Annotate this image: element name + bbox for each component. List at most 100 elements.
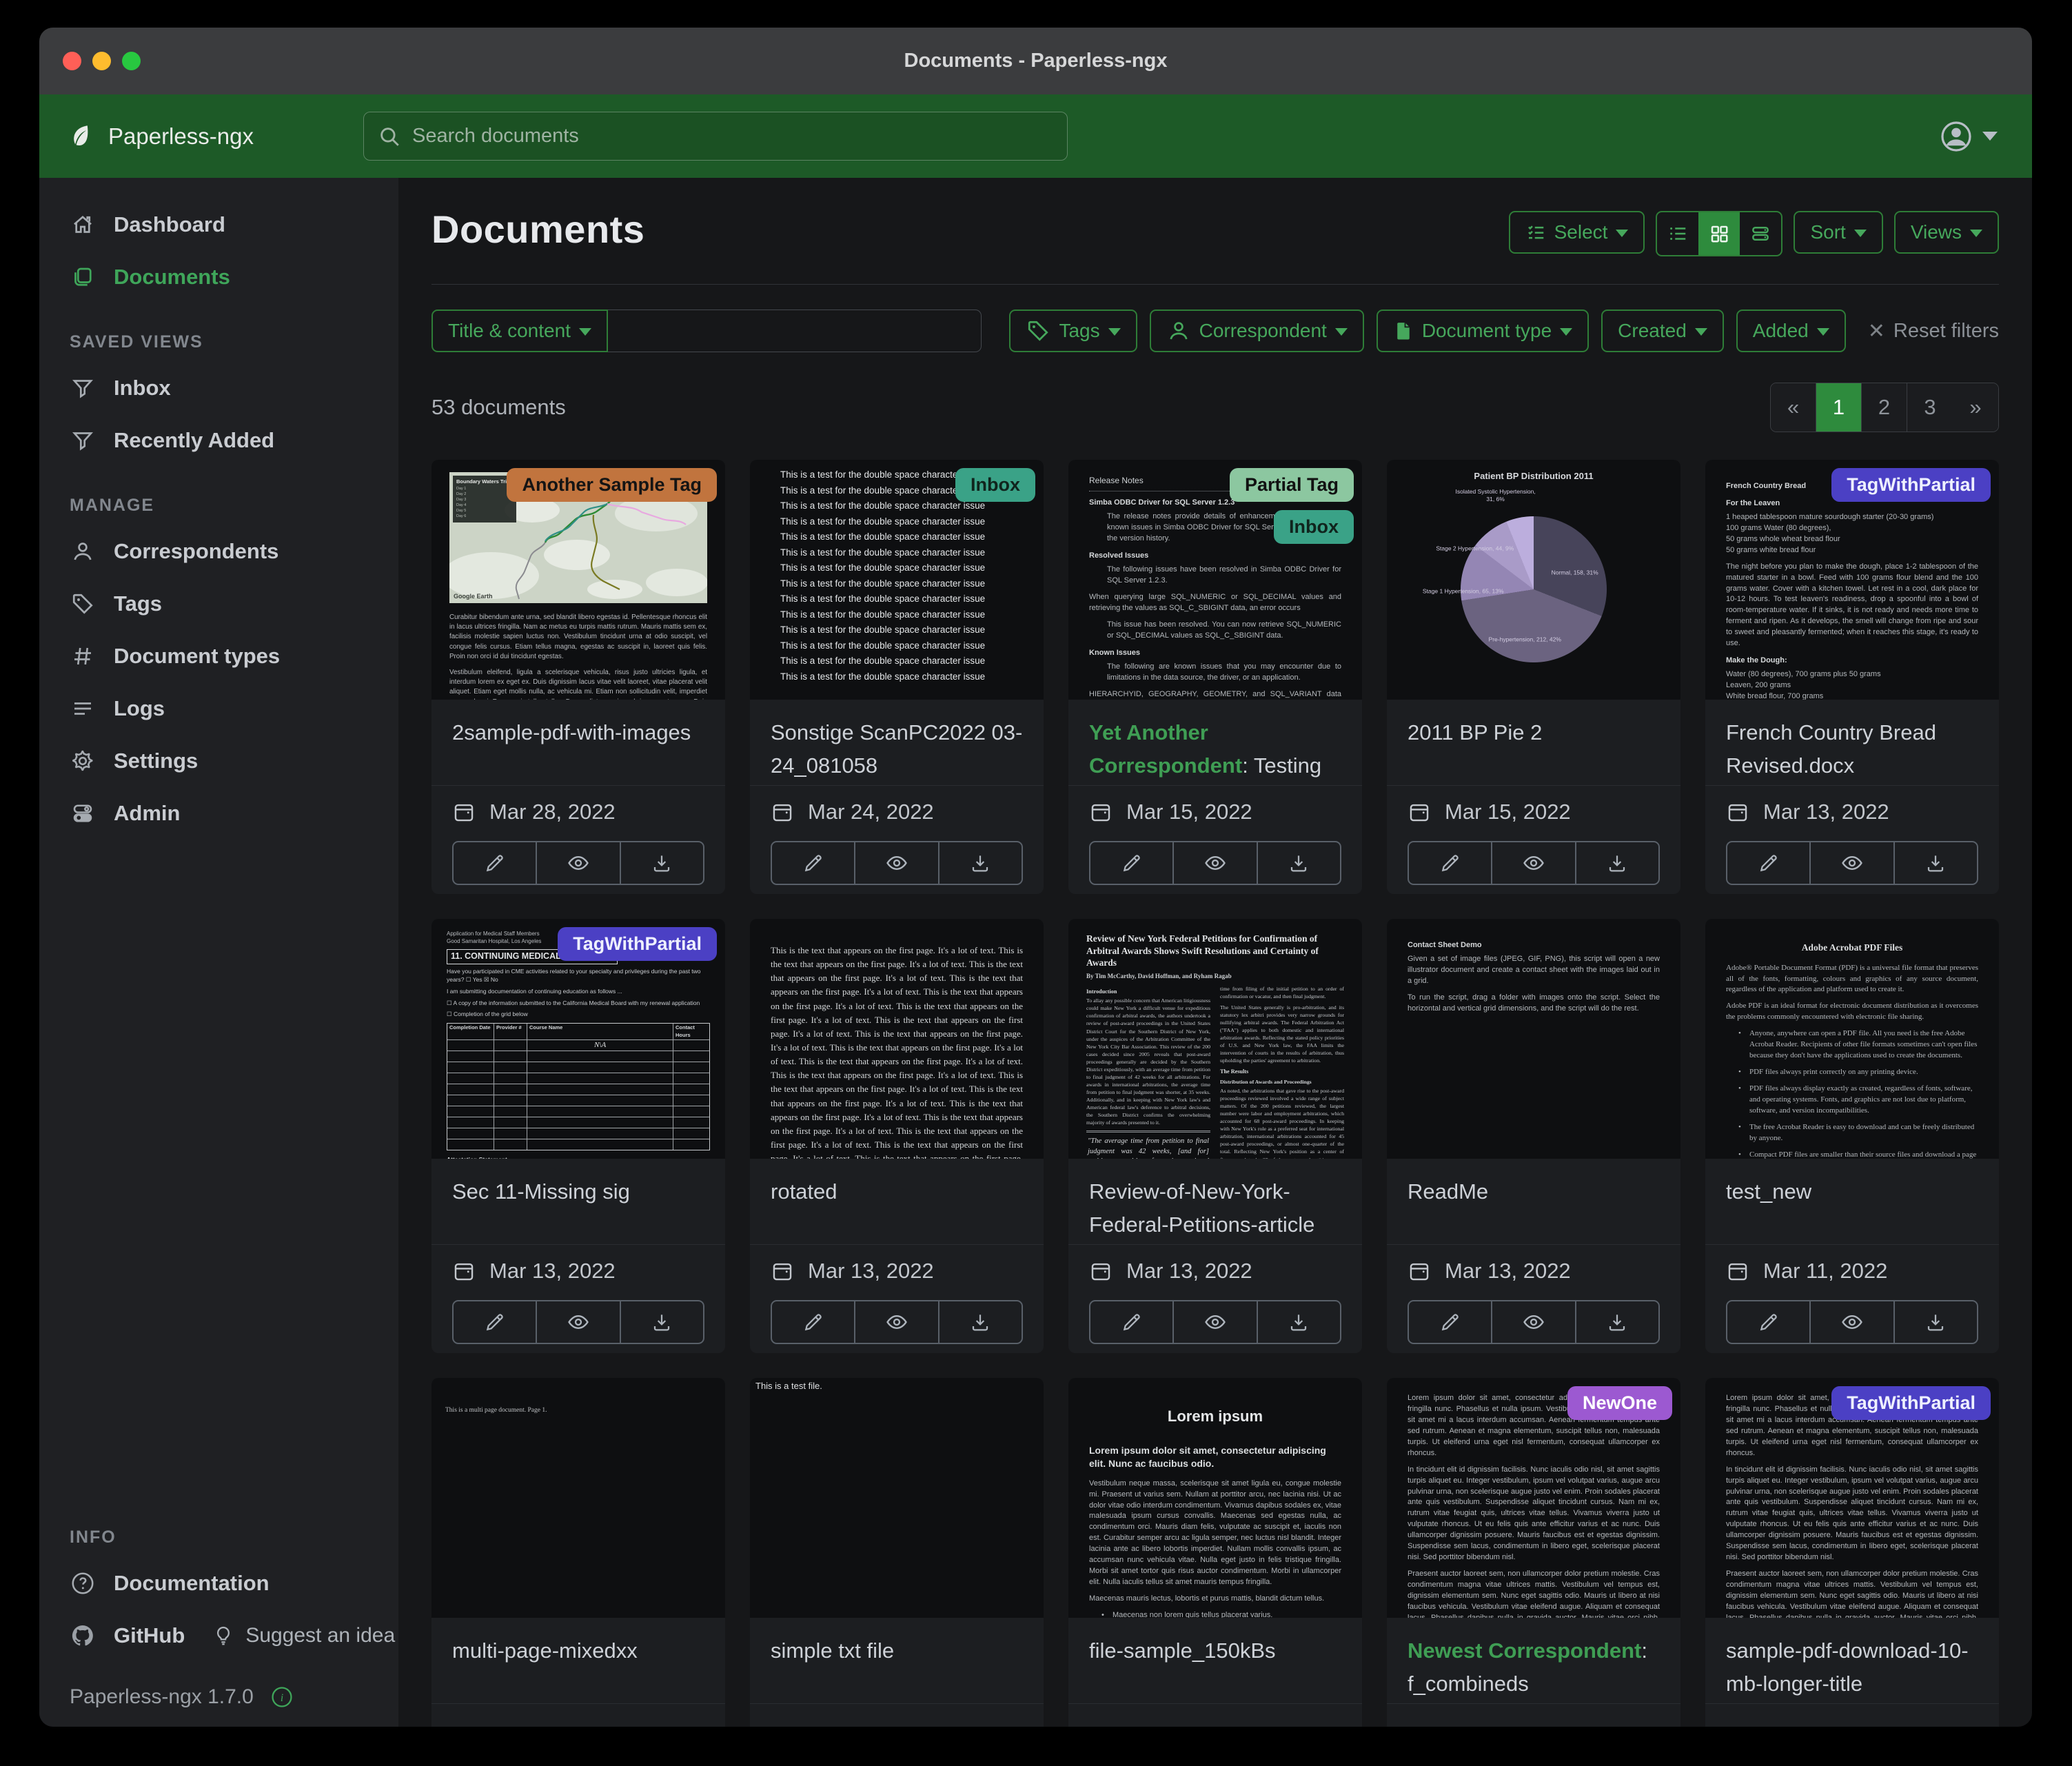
info-icon[interactable]: i bbox=[270, 1685, 294, 1709]
document-card[interactable]: TagWithPartial Lorem ipsum dolor sit ame… bbox=[1705, 1378, 1999, 1727]
edit-button[interactable] bbox=[1409, 1301, 1492, 1343]
edit-button[interactable] bbox=[1727, 842, 1811, 884]
download-button[interactable] bbox=[939, 842, 1022, 884]
tag-chip[interactable]: Another Sample Tag bbox=[507, 468, 717, 502]
edit-button[interactable] bbox=[454, 1301, 537, 1343]
document-thumbnail[interactable]: TagWithPartial Application for Medical S… bbox=[431, 919, 725, 1159]
pagination-prev-button[interactable]: « bbox=[1771, 383, 1816, 432]
document-title[interactable]: Review-of-New-York-Federal-Petitions-art… bbox=[1089, 1175, 1341, 1241]
document-card[interactable]: Review of New York Federal Petitions for… bbox=[1068, 919, 1362, 1353]
search-bar[interactable] bbox=[363, 112, 1068, 161]
download-button[interactable] bbox=[939, 1301, 1022, 1343]
tag-chip[interactable]: NewOne bbox=[1567, 1386, 1672, 1420]
document-title[interactable]: ReadMe bbox=[1408, 1175, 1660, 1208]
reset-filters-button[interactable]: ✕ Reset filters bbox=[1868, 319, 1999, 343]
view-button[interactable] bbox=[1811, 1301, 1894, 1343]
app-brand[interactable]: Paperless-ngx bbox=[67, 122, 363, 151]
download-button[interactable] bbox=[1895, 842, 1977, 884]
document-card[interactable]: This is a multi page document. Page 1. m… bbox=[431, 1378, 725, 1727]
document-thumbnail[interactable]: Adobe Acrobat PDF FilesAdobe® Portable D… bbox=[1705, 919, 1999, 1159]
document-thumbnail[interactable]: TagWithPartial Lorem ipsum dolor sit ame… bbox=[1705, 1378, 1999, 1618]
title-content-filter-button[interactable]: Title & content bbox=[431, 309, 608, 352]
added-filter-button[interactable]: Added bbox=[1736, 309, 1846, 352]
select-button[interactable]: Select bbox=[1509, 211, 1645, 254]
document-card[interactable]: Inbox This is a test for the double spac… bbox=[750, 460, 1044, 894]
created-filter-button[interactable]: Created bbox=[1601, 309, 1724, 352]
document-title[interactable]: 2sample-pdf-with-images bbox=[452, 716, 704, 749]
document-thumbnail[interactable]: This is a multi page document. Page 1. bbox=[431, 1378, 725, 1618]
document-thumbnail[interactable]: Review of New York Federal Petitions for… bbox=[1068, 919, 1362, 1159]
sidebar-item-recently-added[interactable]: Recently Added bbox=[39, 414, 398, 467]
user-menu[interactable] bbox=[1940, 120, 1998, 153]
search-input[interactable] bbox=[412, 125, 1053, 148]
document-thumbnail[interactable]: Patient BP Distribution 2011Normal, 158,… bbox=[1387, 460, 1680, 700]
edit-button[interactable] bbox=[772, 1301, 855, 1343]
download-button[interactable] bbox=[1576, 842, 1658, 884]
download-button[interactable] bbox=[1576, 1301, 1658, 1343]
document-card[interactable]: Lorem ipsumLorem ipsum dolor sit amet, c… bbox=[1068, 1378, 1362, 1727]
document-title[interactable]: sample-pdf-download-10-mb-longer-title bbox=[1726, 1634, 1978, 1701]
document-thumbnail[interactable]: Inbox This is a test for the double spac… bbox=[750, 460, 1044, 700]
tag-chip[interactable]: TagWithPartial bbox=[1831, 1386, 1991, 1420]
views-button[interactable]: Views bbox=[1894, 211, 1999, 254]
sidebar-item-github[interactable]: GitHub bbox=[39, 1610, 185, 1662]
document-card[interactable]: Adobe Acrobat PDF FilesAdobe® Portable D… bbox=[1705, 919, 1999, 1353]
document-thumbnail[interactable]: NewOne Lorem ipsum dolor sit amet, conse… bbox=[1387, 1378, 1680, 1618]
tag-chip[interactable]: Inbox bbox=[1274, 510, 1354, 544]
pagination-page-button[interactable]: 3 bbox=[1907, 383, 1953, 432]
document-thumbnail[interactable]: This is the text that appears on the fir… bbox=[750, 919, 1044, 1159]
edit-button[interactable] bbox=[772, 842, 855, 884]
view-button[interactable] bbox=[855, 1301, 939, 1343]
view-button[interactable] bbox=[1492, 842, 1576, 884]
view-button[interactable] bbox=[537, 842, 620, 884]
view-button[interactable] bbox=[855, 842, 939, 884]
document-card[interactable]: Contact Sheet DemoGiven a set of image f… bbox=[1387, 919, 1680, 1353]
sidebar-item-settings[interactable]: Settings bbox=[39, 735, 398, 787]
tags-filter-button[interactable]: Tags bbox=[1009, 309, 1137, 352]
download-button[interactable] bbox=[1895, 1301, 1977, 1343]
download-button[interactable] bbox=[621, 842, 703, 884]
document-title[interactable]: Sonstige ScanPC2022 03-24_081058 bbox=[771, 716, 1023, 782]
grid-view-button[interactable] bbox=[1698, 212, 1740, 255]
edit-button[interactable] bbox=[1090, 842, 1174, 884]
download-button[interactable] bbox=[1258, 1301, 1340, 1343]
sidebar-item-correspondents[interactable]: Correspondents bbox=[39, 525, 398, 578]
document-thumbnail[interactable]: TagWithPartial French Country BreadFor t… bbox=[1705, 460, 1999, 700]
edit-button[interactable] bbox=[1409, 842, 1492, 884]
document-card[interactable]: This is the text that appears on the fir… bbox=[750, 919, 1044, 1353]
tag-chip[interactable]: TagWithPartial bbox=[558, 927, 717, 961]
document-type-filter-button[interactable]: Document type bbox=[1377, 309, 1589, 352]
document-card[interactable]: Another Sample Tag Boundary Waters TripD… bbox=[431, 460, 725, 894]
title-content-filter-input[interactable] bbox=[608, 309, 982, 352]
sidebar-item-documentation[interactable]: Documentation bbox=[39, 1557, 398, 1610]
list-view-button[interactable] bbox=[1657, 212, 1698, 255]
view-button[interactable] bbox=[1174, 842, 1257, 884]
pagination-page-button[interactable]: 1 bbox=[1816, 383, 1862, 432]
edit-button[interactable] bbox=[454, 842, 537, 884]
document-title[interactable]: Sec 11-Missing sig bbox=[452, 1175, 704, 1208]
document-card[interactable]: TagWithPartial French Country BreadFor t… bbox=[1705, 460, 1999, 894]
sidebar-item-document-types[interactable]: Document types bbox=[39, 630, 398, 682]
document-title[interactable]: rotated bbox=[771, 1175, 1023, 1208]
document-title[interactable]: simple txt file bbox=[771, 1634, 1023, 1667]
sidebar-item-inbox[interactable]: Inbox bbox=[39, 362, 398, 414]
edit-button[interactable] bbox=[1090, 1301, 1174, 1343]
document-thumbnail[interactable]: Partial TagInbox Release NotesSimba ODBC… bbox=[1068, 460, 1362, 700]
document-card[interactable]: TagWithPartial Application for Medical S… bbox=[431, 919, 725, 1353]
document-title[interactable]: test_new bbox=[1726, 1175, 1978, 1208]
download-button[interactable] bbox=[621, 1301, 703, 1343]
view-button[interactable] bbox=[1174, 1301, 1257, 1343]
document-thumbnail[interactable]: Lorem ipsumLorem ipsum dolor sit amet, c… bbox=[1068, 1378, 1362, 1618]
sidebar-item-logs[interactable]: Logs bbox=[39, 682, 398, 735]
tag-chip[interactable]: TagWithPartial bbox=[1831, 468, 1991, 502]
view-button[interactable] bbox=[1492, 1301, 1576, 1343]
document-title[interactable]: Yet Another Correspondent: Testing Email bbox=[1089, 716, 1341, 785]
pagination-next-button[interactable]: » bbox=[1953, 383, 1998, 432]
sidebar-item-admin[interactable]: Admin bbox=[39, 787, 398, 840]
detail-view-button[interactable] bbox=[1740, 212, 1781, 255]
document-thumbnail[interactable]: This is a test file. bbox=[750, 1378, 1044, 1618]
document-thumbnail[interactable]: Another Sample Tag Boundary Waters TripD… bbox=[431, 460, 725, 700]
correspondent-filter-button[interactable]: Correspondent bbox=[1150, 309, 1364, 352]
document-card[interactable]: NewOne Lorem ipsum dolor sit amet, conse… bbox=[1387, 1378, 1680, 1727]
sidebar-item-dashboard[interactable]: Dashboard bbox=[39, 199, 398, 251]
